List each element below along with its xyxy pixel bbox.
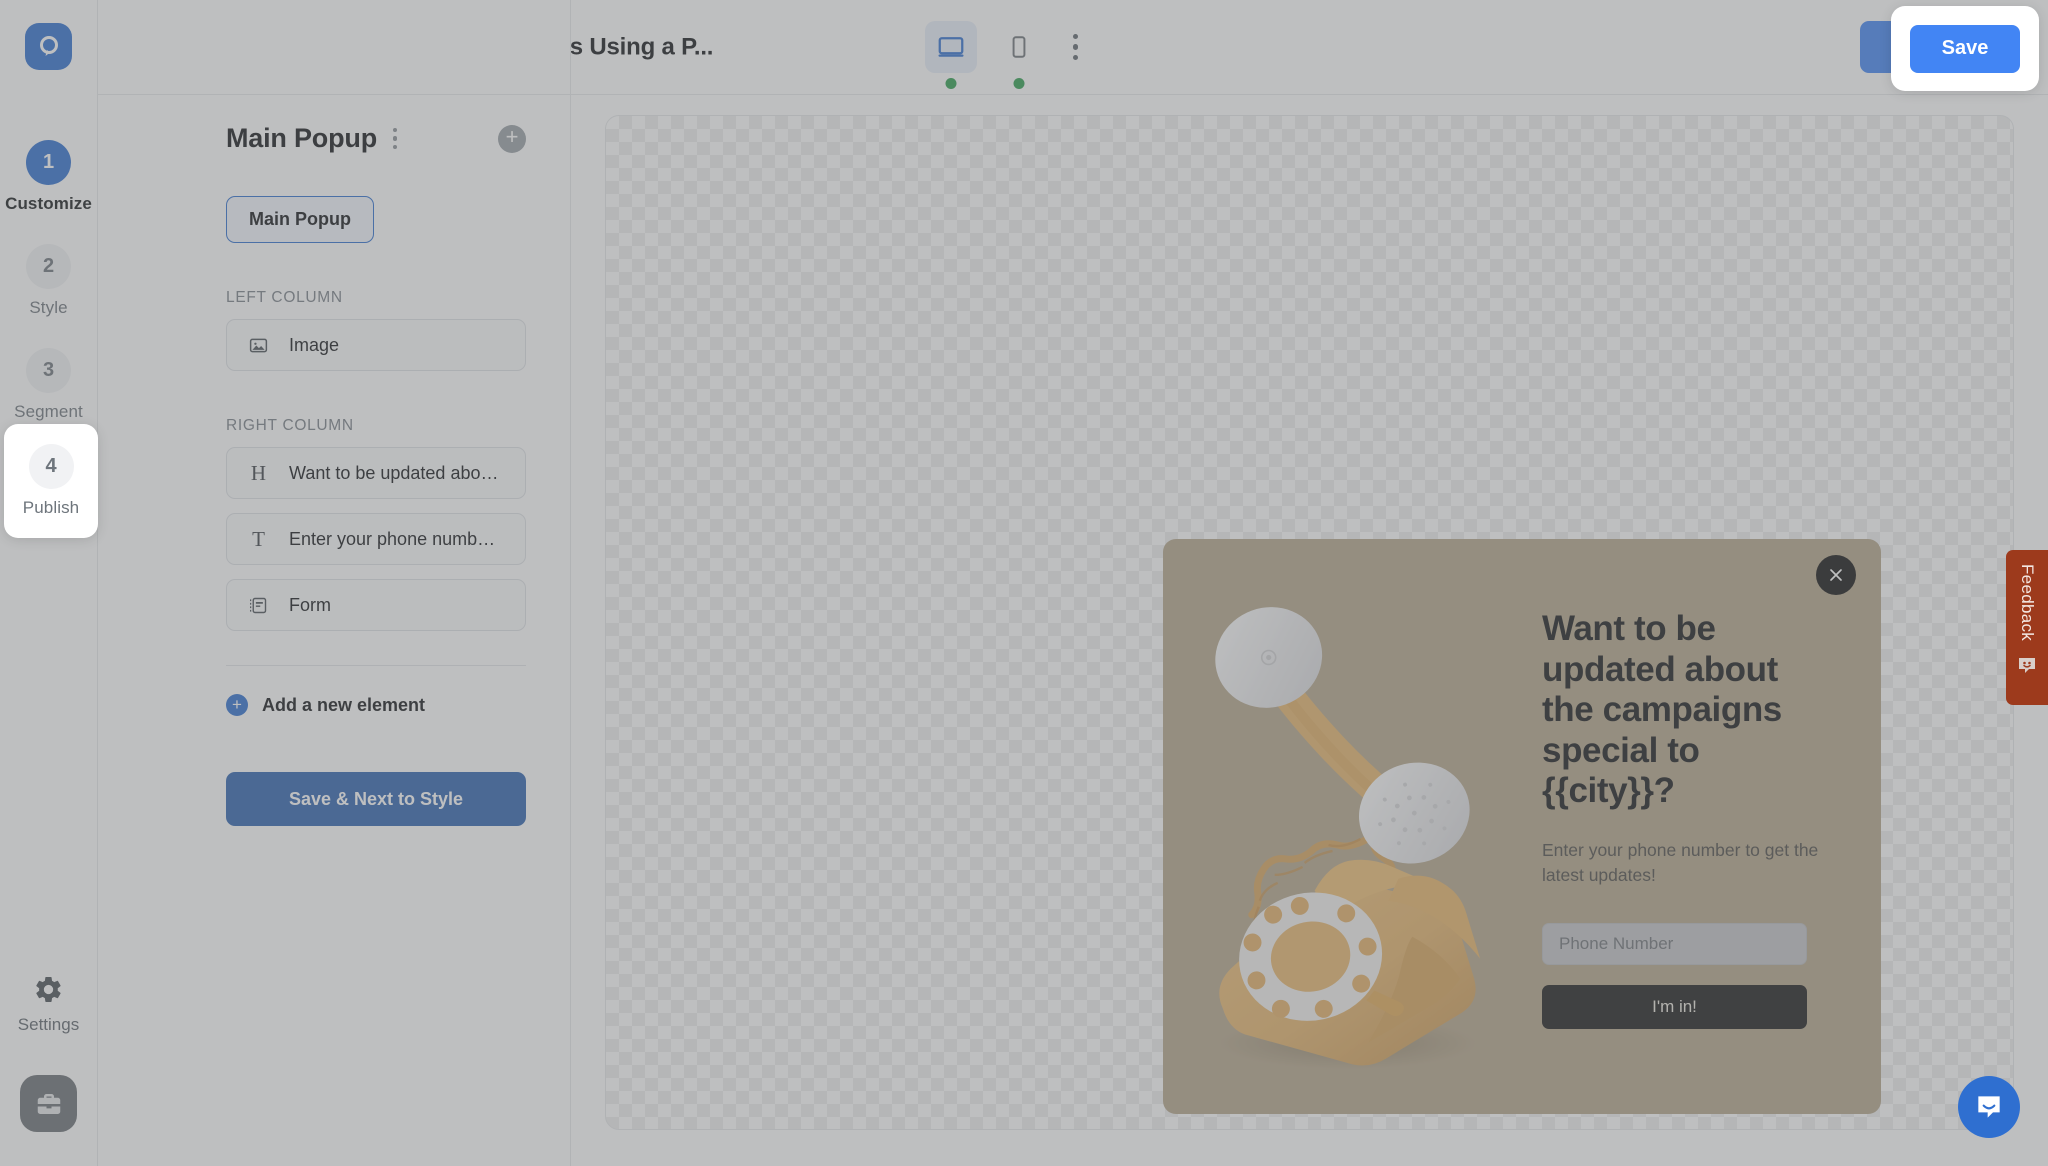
popup-illustration-pane (1163, 539, 1522, 1114)
device-desktop-button[interactable] (924, 21, 977, 89)
plus-circle-icon: + (226, 694, 248, 716)
canvas-area: Want to be updated about the campaigns s… (571, 95, 2048, 1166)
step-number-badge: 2 (26, 244, 71, 289)
sidebar-step-segment[interactable]: 3 Segment (0, 334, 98, 438)
mobile-status-dot (1013, 78, 1024, 89)
element-row-text[interactable]: T Enter your phone number to get the l..… (226, 513, 526, 565)
avatar[interactable] (20, 1075, 77, 1132)
add-new-element-button[interactable]: + Add a new element (226, 694, 570, 716)
desktop-icon (938, 37, 963, 57)
preview-options-menu[interactable] (1072, 33, 1078, 61)
element-row-form[interactable]: Form (226, 579, 526, 631)
image-icon (247, 334, 270, 357)
close-icon (1830, 569, 1842, 581)
sidebar-item-settings[interactable]: Settings (18, 974, 79, 1035)
heading-icon: H (250, 460, 267, 485)
device-preview-toggle (924, 21, 1078, 89)
spotlight-save: Save (1891, 6, 2039, 91)
app-shell: 1 Customize 2 Style 3 Segment 4 Publish (0, 0, 2048, 1166)
element-label: Form (289, 594, 331, 615)
left-column-label: LEFT COLUMN (226, 289, 343, 306)
element-row-image[interactable]: Image (226, 319, 526, 371)
elements-panel: Main Popup + Main Popup LEFT COLUMN Imag… (98, 0, 571, 1166)
app-logo[interactable] (25, 23, 72, 70)
right-column-label: RIGHT COLUMN (226, 417, 354, 434)
add-new-element-label: Add a new element (262, 694, 426, 715)
smiley-chat-icon (2019, 658, 2035, 674)
spotlight-publish-label: Publish (22, 498, 80, 517)
chat-bubble-icon (1978, 1096, 2000, 1118)
step-label: Customize (5, 194, 92, 213)
rail-bottom: Settings (0, 974, 97, 1166)
mobile-icon (1012, 36, 1025, 58)
save-and-next-button[interactable]: Save & Next to Style (226, 772, 526, 826)
settings-label: Settings (17, 1015, 80, 1034)
left-rail: 1 Customize 2 Style 3 Segment 4 Publish (0, 0, 98, 1166)
element-label: Enter your phone number to get the l... (289, 528, 505, 549)
feedback-tab[interactable]: Feedback (2006, 550, 2048, 705)
rotary-phone-illustration (1215, 607, 1481, 1070)
panel-topbar-spacer (98, 0, 570, 95)
spotlight-save-button[interactable]: Save (1910, 24, 2020, 73)
step-number-badge: 1 (26, 140, 71, 185)
app-root: 1 Customize 2 Style 3 Segment 4 Publish (0, 0, 2048, 1166)
popupsmart-logo-icon (39, 35, 58, 56)
gear-icon (36, 977, 61, 1002)
popup-options-menu[interactable] (392, 127, 398, 150)
text-icon: T (252, 526, 265, 551)
element-label: Image (289, 334, 340, 355)
spotlight-publish: 4 Publish (4, 424, 98, 538)
device-mobile-button[interactable] (993, 21, 1045, 89)
feedback-label: Feedback (2018, 564, 2037, 642)
panel-header: Main Popup + (98, 95, 570, 154)
popup-close-button[interactable] (1816, 555, 1856, 595)
element-row-heading[interactable]: H Want to be updated about the campai... (226, 447, 526, 499)
popup-preview[interactable]: Want to be updated about the campaigns s… (1163, 539, 1881, 1114)
popup-heading: Want to be updated about the campaigns s… (1542, 609, 1782, 811)
main-area: Collect 5X Phone Numbers Using a P... (235, 0, 2048, 1166)
spotlight-publish-number: 4 (28, 444, 74, 489)
chat-launcher-button[interactable] (1958, 1076, 2020, 1138)
panel-divider (226, 665, 526, 666)
top-bar: Collect 5X Phone Numbers Using a P... (235, 0, 2048, 95)
page-title: Main Popup (226, 123, 377, 153)
phone-number-input[interactable]: Phone Number (1542, 922, 1807, 965)
element-label: Want to be updated about the campai... (289, 462, 505, 483)
step-label: Style (29, 298, 68, 317)
sidebar-step-style[interactable]: 2 Style (0, 230, 98, 334)
popup-content-pane: Want to be updated about the campaigns s… (1522, 539, 1881, 1114)
form-icon (247, 594, 270, 617)
popup-subtext: Enter your phone number to get the lates… (1542, 839, 1819, 886)
sidebar-step-customize[interactable]: 1 Customize (0, 126, 98, 230)
briefcase-icon (37, 1093, 60, 1114)
popup-submit-button[interactable]: I'm in! (1542, 984, 1807, 1029)
desktop-status-dot (945, 78, 956, 89)
step-label: Segment (14, 402, 83, 421)
step-number-badge: 3 (26, 348, 71, 393)
add-page-button[interactable]: + (498, 124, 526, 153)
tab-main-popup[interactable]: Main Popup (226, 196, 374, 243)
